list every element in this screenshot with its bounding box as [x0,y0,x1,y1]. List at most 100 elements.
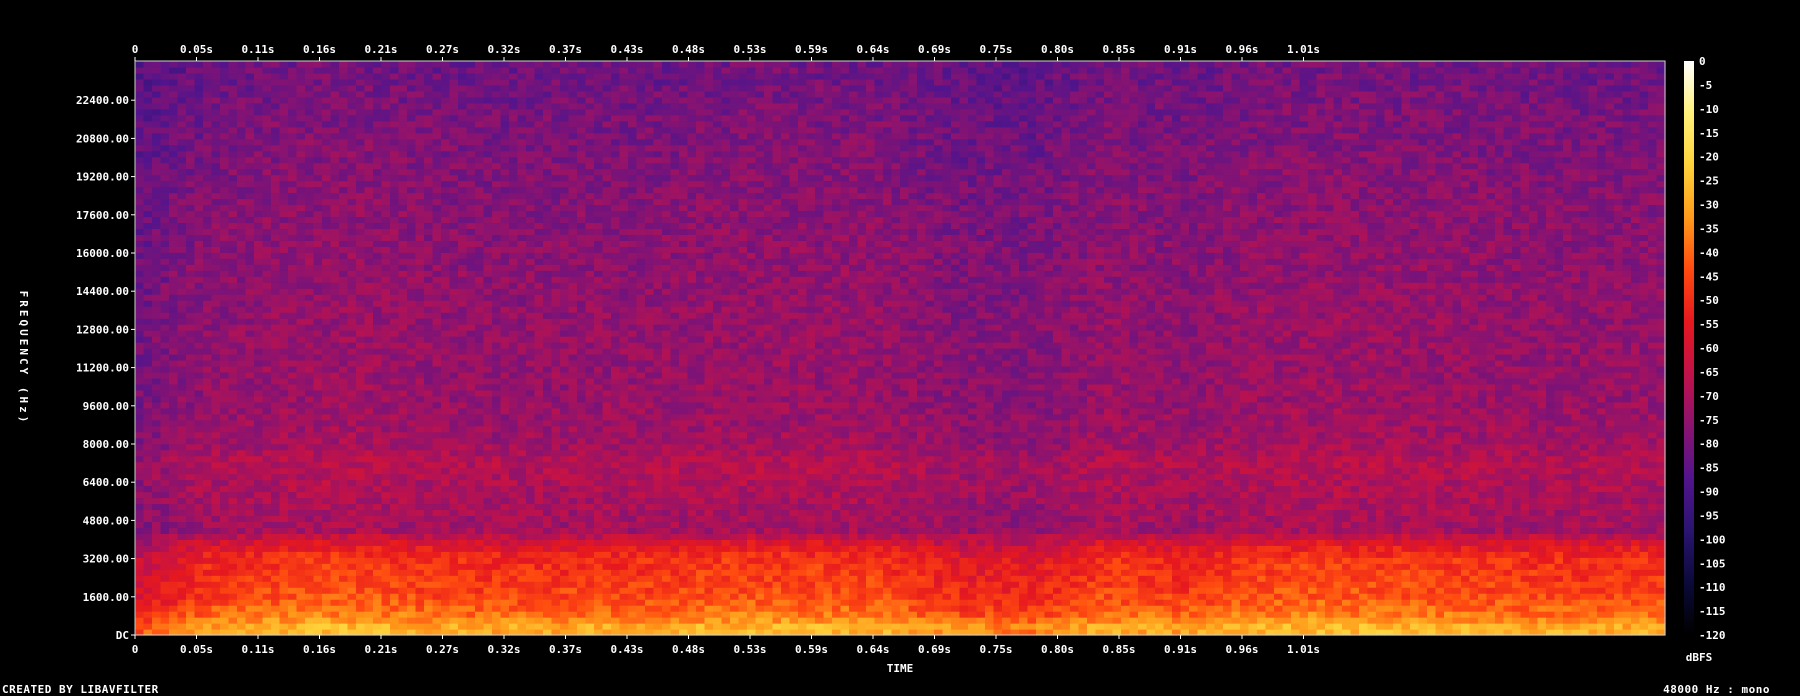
spectrogram-cell [356,467,366,475]
spectrogram-cell [628,569,638,576]
spectrogram-cell [1478,509,1488,517]
spectrogram-cell [1605,515,1615,522]
spectrogram-cell [1495,575,1505,582]
spectrogram-cell [1367,491,1377,499]
spectrogram-cell [1002,533,1012,540]
spectrogram-cell [1333,515,1343,522]
spectrogram-cell [1325,587,1335,594]
spectrogram-cell [1087,503,1097,511]
spectrogram-cell [1656,599,1666,606]
spectrogram-cell [220,527,230,534]
spectrogram-cell [1614,551,1624,558]
spectrogram-cell [169,533,179,540]
spectrogram-cell [1248,617,1258,624]
spectrogram-cell [942,569,952,576]
spectrogram-cell [1019,539,1029,546]
spectrogram-cell [602,485,612,493]
spectrogram-cell [1622,575,1632,582]
spectrogram-cell [611,623,621,630]
spectrogram-cell [1002,605,1012,612]
spectrogram-cell [568,533,578,540]
spectrogram-cell [271,563,281,570]
spectrogram-cell [1495,479,1505,487]
spectrogram-cell [1231,581,1241,588]
spectrogram-cell [1231,617,1241,624]
spectrogram-cell [1367,569,1377,576]
spectrogram-cell [713,491,723,499]
spectrogram-cell [917,491,927,499]
spectrogram-cell [917,479,927,487]
spectrogram-cell [789,479,799,487]
spectrogram-cell [874,617,884,624]
spectrogram-cell [228,593,238,600]
spectrogram-cell [1087,539,1097,546]
spectrogram-cell [1427,563,1437,570]
spectrogram-cell [407,539,417,546]
spectrogram-cell [1308,569,1318,576]
spectrogram-cell [823,473,833,481]
spectrogram-cell [840,467,850,475]
spectrogram-cell [917,503,927,511]
spectrogram-cell [313,509,323,517]
spectrogram-cell [925,587,935,594]
spectrogram-cell [764,473,774,481]
spectrogram-cell [1316,575,1326,582]
spectrogram-cell [806,617,816,624]
spectrogram-cell [543,545,553,552]
spectrogram-cell [500,593,510,600]
spectrogram-cell [917,575,927,582]
spectrogram-cell [492,617,502,624]
spectrogram-cell [1410,569,1420,576]
spectrogram-cell [1631,623,1641,630]
spectrogram-cell [449,521,459,528]
spectrogram-cell [636,569,646,576]
spectrogram-cell [721,605,731,612]
spectrogram-cell [288,575,298,582]
spectrogram-cell [917,599,927,606]
spectrogram-cell [483,587,493,594]
spectrogram-cell [1095,491,1105,499]
spectrogram-cell [925,575,935,582]
spectrogram-cell [169,575,179,582]
spectrogram-cell [687,533,697,540]
spectrogram-cell [713,527,723,534]
spectrogram-cell [1061,521,1071,528]
spectrogram-cell [1537,557,1547,564]
spectrogram-cell [279,491,289,499]
spectrogram-cell [143,491,153,499]
spectrogram-cell [619,539,629,546]
spectrogram-cell [628,605,638,612]
spectrogram-cell [806,611,816,618]
spectrogram-cell [934,467,944,475]
spectrogram-cell [1299,527,1309,534]
spectrogram-cell [670,611,680,618]
spectrogram-cell [288,503,298,511]
spectrogram-cell [619,617,629,624]
spectrogram-cell [1427,485,1437,493]
spectrogram-cell [1265,599,1275,606]
spectrogram-cell [279,533,289,540]
spectrogram-cell [1486,539,1496,546]
spectrogram-cell [1112,479,1122,487]
spectrogram-cell [475,515,485,522]
spectrogram-cell [296,521,306,528]
spectrogram-cell [160,491,170,499]
spectrogram-cell [619,599,629,606]
spectrogram-cell [1299,551,1309,558]
spectrogram-cell [364,485,374,493]
spectrogram-cell [509,581,519,588]
spectrogram-cell [908,539,918,546]
spectrogram-cell [815,563,825,570]
spectrogram-cell [1588,509,1598,517]
spectrogram-cell [288,521,298,528]
spectrogram-cell [874,533,884,540]
spectrogram-cell [951,557,961,564]
spectrogram-cell [1563,611,1573,618]
spectrogram-cell [653,539,663,546]
spectrogram-cell [1554,593,1564,600]
spectrogram-cell [237,503,247,511]
spectrogram-cell [1461,551,1471,558]
spectrogram-cell [1580,539,1590,546]
spectrogram-cell [1359,563,1369,570]
spectrogram-cell [951,611,961,618]
